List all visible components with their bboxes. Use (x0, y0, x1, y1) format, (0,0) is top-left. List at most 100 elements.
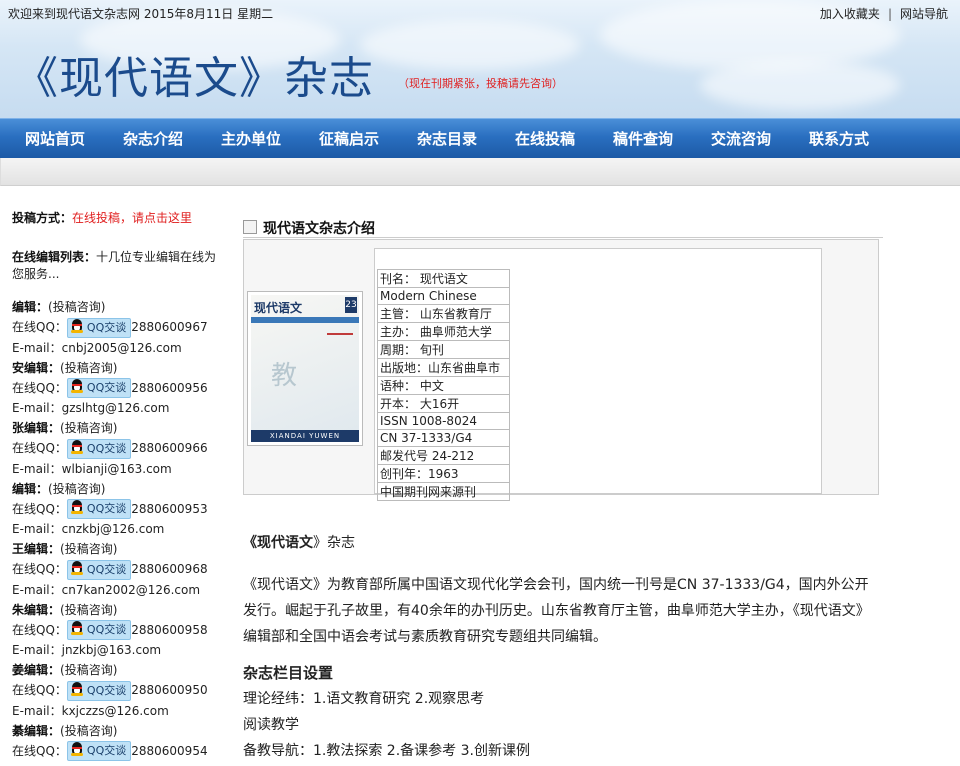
info-cell: 语种： 中文 (377, 376, 510, 395)
nav-consult[interactable]: 交流咨询 (692, 119, 790, 159)
editor-name: 綦编辑： (12, 723, 61, 738)
info-panel: 刊名： 现代语文 Modern Chinese 主管： 山东省教育厅 主办： 曲阜师范… (374, 248, 822, 501)
qq-chat-button[interactable]: QQ交谈 (66, 741, 132, 761)
editor-item: 王编辑：(投稿咨询) 在线QQ： QQ交谈 2880600968 E-mail：cn7k… (12, 539, 227, 600)
qq-chat-button[interactable]: QQ交谈 (66, 317, 132, 338)
qq-penguin-icon (70, 379, 84, 393)
qq-label: 在线QQ： (12, 501, 67, 516)
nav-about[interactable]: 杂志介绍 (104, 119, 202, 159)
editor-email[interactable]: cn7kan2002@126.com (62, 583, 200, 597)
editor-email[interactable]: cnbj2005@126.com (62, 341, 182, 355)
email-label: E-mail： (12, 401, 62, 415)
qq-penguin-icon (70, 439, 84, 454)
qq-button-label: QQ交谈 (86, 502, 127, 515)
info-table: 刊名： 现代语文 Modern Chinese 主管： 山东省教育厅 主办： 曲阜师范… (377, 269, 510, 501)
header-banner: 欢迎来到现代语文杂志网 2015年8月11日 星期二 加入收藏夹 | 网站导航 《现… (0, 0, 960, 118)
qq-penguin-icon (70, 500, 84, 514)
nav-query[interactable]: 稿件查询 (594, 119, 692, 159)
editor-item: 安编辑：(投稿咨询) 在线QQ： QQ交谈 2880600956 E-mail：gzsl… (12, 358, 227, 419)
qq-label: 在线QQ： (12, 743, 67, 758)
editor-email[interactable]: wlbianji@163.com (62, 462, 172, 476)
qq-label: 在线QQ： (12, 320, 67, 334)
submit-link[interactable]: 在线投稿，请点击这里 (72, 211, 192, 225)
qq-number: 2880600950 (131, 683, 208, 697)
nav-sponsor[interactable]: 主办单位 (202, 119, 300, 159)
info-cell: 开本： 大16开 (377, 394, 510, 413)
add-favorite-link[interactable]: 加入收藏夹 (820, 7, 880, 21)
qq-button-label: QQ交谈 (86, 562, 127, 576)
nav-home[interactable]: 网站首页 (6, 119, 104, 159)
qq-label: 在线QQ： (12, 441, 67, 455)
editor-list: 编辑：(投稿咨询) 在线QQ： QQ交谈 2880600967 E-mail：cnbj2… (12, 297, 227, 761)
qq-number: 2880600956 (131, 380, 208, 395)
info-cell: ISSN 1008-8024 (377, 412, 510, 430)
nav-contact[interactable]: 联系方式 (790, 119, 888, 159)
article-heading-bold: 《现代语文 (243, 535, 313, 551)
editor-item: 编辑：(投稿咨询) 在线QQ： QQ交谈 2880600967 E-mail：cnbj2… (12, 297, 227, 358)
info-cell: 邮发代号 24-212 (377, 446, 510, 465)
main-nav: 网站首页 杂志介绍 主办单位 征稿启示 杂志目录 在线投稿 稿件查询 交流咨询 … (0, 118, 960, 158)
editor-consult: (投稿咨询) (60, 421, 118, 435)
editor-consult: (投稿咨询) (60, 723, 118, 738)
editor-item: 编辑：(投稿咨询) 在线QQ： QQ交谈 2880600953 E-mail：cnzkb… (12, 479, 227, 540)
cover-issue: 23 (345, 297, 357, 313)
email-label: E-mail： (12, 340, 62, 355)
qq-label: 在线QQ： (12, 380, 67, 395)
email-label: E-mail： (12, 461, 62, 476)
qq-chat-button[interactable]: QQ交谈 (66, 499, 132, 519)
nav-submit[interactable]: 在线投稿 (496, 119, 594, 159)
info-cell: 主办： 曲阜师范大学 (377, 322, 510, 341)
info-cell: 出版地：山东省曲阜市 (377, 358, 510, 377)
editor-name: 王编辑： (12, 542, 61, 556)
editor-item: 姜编辑：(投稿咨询) 在线QQ： QQ交谈 2880600950 E-mail：kxjc… (12, 660, 227, 721)
qq-number: 2880600954 (131, 743, 208, 758)
top-links: 加入收藏夹 | 网站导航 (819, 7, 948, 21)
site-nav-link[interactable]: 网站导航 (900, 7, 948, 21)
columns-list: 理论经纬：1.语文教育研究 2.观察思考 阅读教学 备教导航：1.教法探索 2.备课… (243, 686, 879, 764)
magazine-info-box: 现代语文 23 教 XIANDAI YUWEN 刊名： 现代语文 Modern C… (243, 239, 879, 501)
qq-chat-button[interactable]: QQ交谈 (66, 438, 132, 459)
editor-consult: (投稿咨询) (60, 542, 118, 556)
editor-email[interactable]: jnzkbj@163.com (62, 643, 162, 657)
column-item: 阅读教学 (243, 717, 299, 733)
nav-call-for-papers[interactable]: 征稿启示 (300, 119, 398, 159)
qq-chat-button[interactable]: QQ交谈 (66, 680, 132, 701)
qq-chat-button[interactable]: QQ交谈 (66, 378, 132, 398)
qq-label: 在线QQ： (12, 562, 67, 576)
qq-chat-button[interactable]: QQ交谈 (66, 620, 132, 640)
broken-image-icon (243, 220, 257, 234)
editor-name: 编辑： (12, 300, 49, 314)
column-item: 理论经纬：1.语文教育研究 2.观察思考 (243, 691, 485, 707)
section-title: 现代语文杂志介绍 (263, 221, 375, 237)
editor-consult: (投稿咨询) (48, 481, 106, 496)
info-cell: 中国期刊网来源刊 (377, 482, 510, 501)
editor-email[interactable]: gzslhtg@126.com (62, 401, 170, 415)
editor-consult: (投稿咨询) (60, 602, 118, 617)
qq-button-label: QQ交谈 (86, 441, 127, 455)
qq-penguin-icon (70, 560, 84, 575)
editor-name: 张编辑： (12, 421, 61, 435)
qq-number: 2880600953 (131, 501, 208, 516)
info-cell: Modern Chinese (377, 287, 510, 305)
email-label: E-mail： (12, 703, 62, 718)
qq-chat-button[interactable]: QQ交谈 (66, 559, 132, 580)
qq-number: 2880600966 (131, 441, 208, 455)
editor-consult: (投稿咨询) (60, 360, 118, 375)
qq-number: 2880600958 (131, 622, 208, 637)
qq-button-label: QQ交谈 (86, 320, 127, 334)
editor-item: 綦编辑：(投稿咨询) 在线QQ： QQ交谈 2880600954 (12, 721, 227, 761)
cover-foot: XIANDAI YUWEN (251, 430, 359, 442)
email-label: E-mail： (12, 522, 62, 536)
qq-number: 2880600967 (131, 320, 208, 334)
editor-consult: (投稿咨询) (60, 663, 118, 677)
qq-button-label: QQ交谈 (86, 623, 127, 636)
editor-email[interactable]: kxjczzs@126.com (62, 704, 169, 718)
qq-number: 2880600968 (131, 562, 208, 576)
main-content: 现代语文杂志介绍 现代语文 23 教 XIANDAI YUWEN 刊名： 现代语… (243, 212, 883, 759)
editor-email[interactable]: cnzkbj@126.com (62, 522, 165, 536)
nav-catalog[interactable]: 杂志目录 (398, 119, 496, 159)
editor-name: 安编辑： (12, 360, 61, 375)
email-label: E-mail： (12, 643, 62, 657)
email-label: E-mail： (12, 582, 62, 597)
sub-nav-bar (0, 158, 960, 186)
